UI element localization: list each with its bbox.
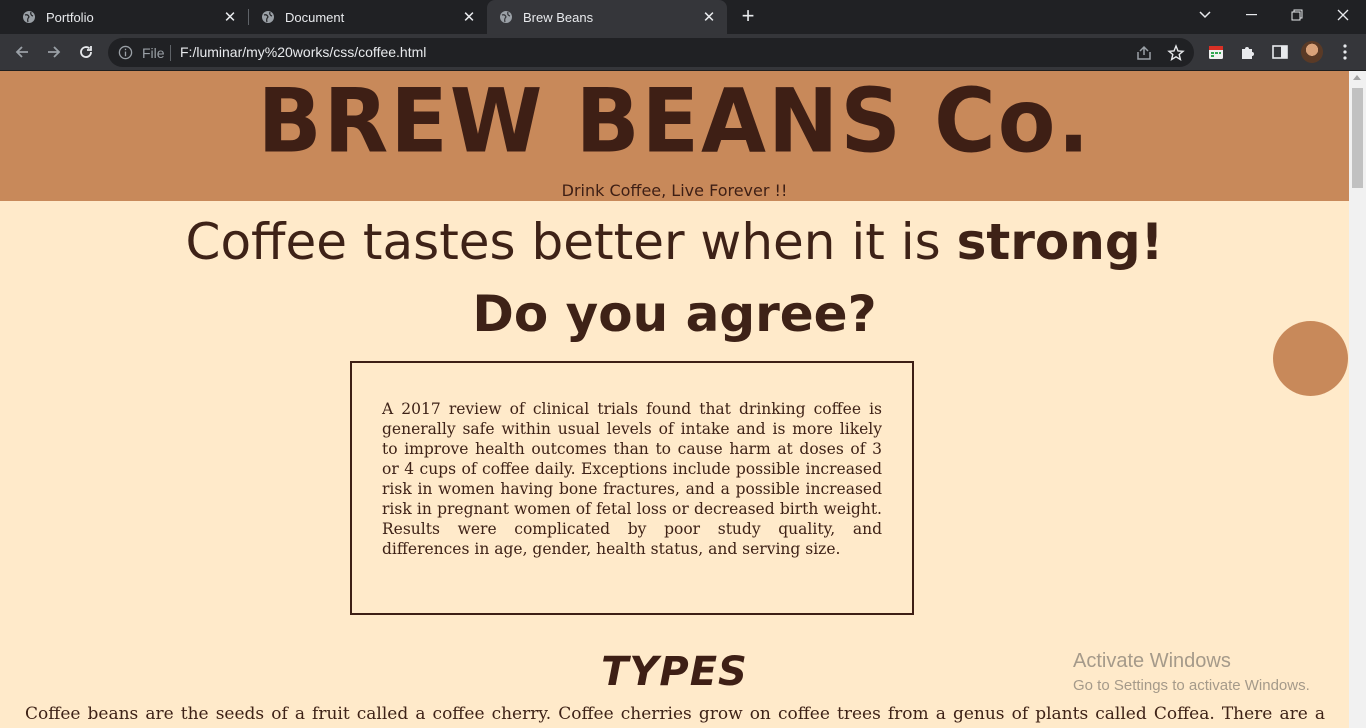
activation-title: Activate Windows <box>1073 650 1231 672</box>
decorative-circle <box>1273 321 1348 396</box>
tagline: Drink Coffee, Live Forever !! <box>561 181 788 200</box>
tab-title: Brew Beans <box>523 9 594 25</box>
back-icon <box>15 46 28 58</box>
restore-button[interactable] <box>1274 0 1320 30</box>
close-icon <box>1337 9 1349 21</box>
vertical-scrollbar[interactable] <box>1349 71 1366 728</box>
address-bar[interactable]: File F:/luminar/my%20works/css/coffee.ht… <box>108 38 1194 67</box>
minimize-icon <box>1245 14 1257 16</box>
page-headline: Coffee tastes better when it is strong! <box>0 211 1349 273</box>
tab-search-icon <box>1199 11 1211 19</box>
tab-title: Portfolio <box>46 9 94 25</box>
url-text[interactable]: F:/luminar/my%20works/css/coffee.html <box>180 44 426 60</box>
tab-document[interactable]: Document ✕ <box>239 0 487 34</box>
types-paragraph: Coffee beans are the seeds of a fruit ca… <box>25 704 1325 728</box>
close-tab-icon[interactable]: ✕ <box>461 9 477 26</box>
globe-icon <box>262 11 274 23</box>
forward-button[interactable] <box>42 40 66 64</box>
tab-portfolio[interactable]: Portfolio ✕ <box>0 0 248 34</box>
avatar[interactable] <box>1301 41 1323 63</box>
info-box: A 2017 review of clinical trials found t… <box>350 361 914 615</box>
headline-strong: strong! <box>956 213 1164 271</box>
tab-search-button[interactable] <box>1182 0 1228 30</box>
sidepanel-icon[interactable] <box>1270 42 1290 62</box>
close-tab-icon[interactable]: ✕ <box>222 9 238 26</box>
back-button[interactable] <box>10 40 34 64</box>
globe-icon <box>500 11 512 23</box>
new-tab-button[interactable]: + <box>737 5 759 28</box>
tab-brew-beans[interactable]: Brew Beans ✕ <box>487 0 727 34</box>
scroll-thumb[interactable] <box>1352 88 1363 188</box>
extension-calendar-icon[interactable] <box>1206 42 1226 62</box>
toolbar: File F:/luminar/my%20works/css/coffee.ht… <box>0 34 1366 71</box>
page-viewport: BREW BEANS Co. Drink Coffee, Live Foreve… <box>0 71 1349 728</box>
close-window-button[interactable] <box>1320 0 1366 30</box>
forward-icon <box>48 46 61 58</box>
star-icon[interactable] <box>1167 44 1185 62</box>
tab-strip: Portfolio ✕ Document ✕ Brew Beans ✕ + <box>0 0 1366 34</box>
divider <box>170 45 171 61</box>
restore-icon <box>1291 9 1303 21</box>
brand-logo: BREW BEANS Co. <box>257 71 1092 173</box>
security-label: File <box>142 45 165 61</box>
hero-banner: BREW BEANS Co. Drink Coffee, Live Foreve… <box>0 71 1349 201</box>
windows-activation-watermark: Activate Windows Go to Settings to activ… <box>1073 650 1310 694</box>
reload-button[interactable] <box>74 40 98 64</box>
puzzle-icon[interactable] <box>1238 42 1258 62</box>
scroll-up-arrow-icon[interactable] <box>1353 75 1361 80</box>
menu-icon[interactable] <box>1335 42 1355 62</box>
share-icon[interactable] <box>1135 44 1153 62</box>
activation-subtitle: Go to Settings to activate Windows. <box>1073 677 1310 694</box>
reload-icon <box>80 46 92 58</box>
minimize-button[interactable] <box>1228 0 1274 30</box>
info-text: A 2017 review of clinical trials found t… <box>382 400 882 558</box>
tab-title: Document <box>285 9 345 25</box>
question-heading: Do you agree? <box>472 285 877 343</box>
info-icon[interactable] <box>118 45 133 60</box>
globe-icon <box>23 11 35 23</box>
headline-text: Coffee tastes better when it is <box>185 213 957 271</box>
close-tab-icon[interactable]: ✕ <box>701 9 717 26</box>
